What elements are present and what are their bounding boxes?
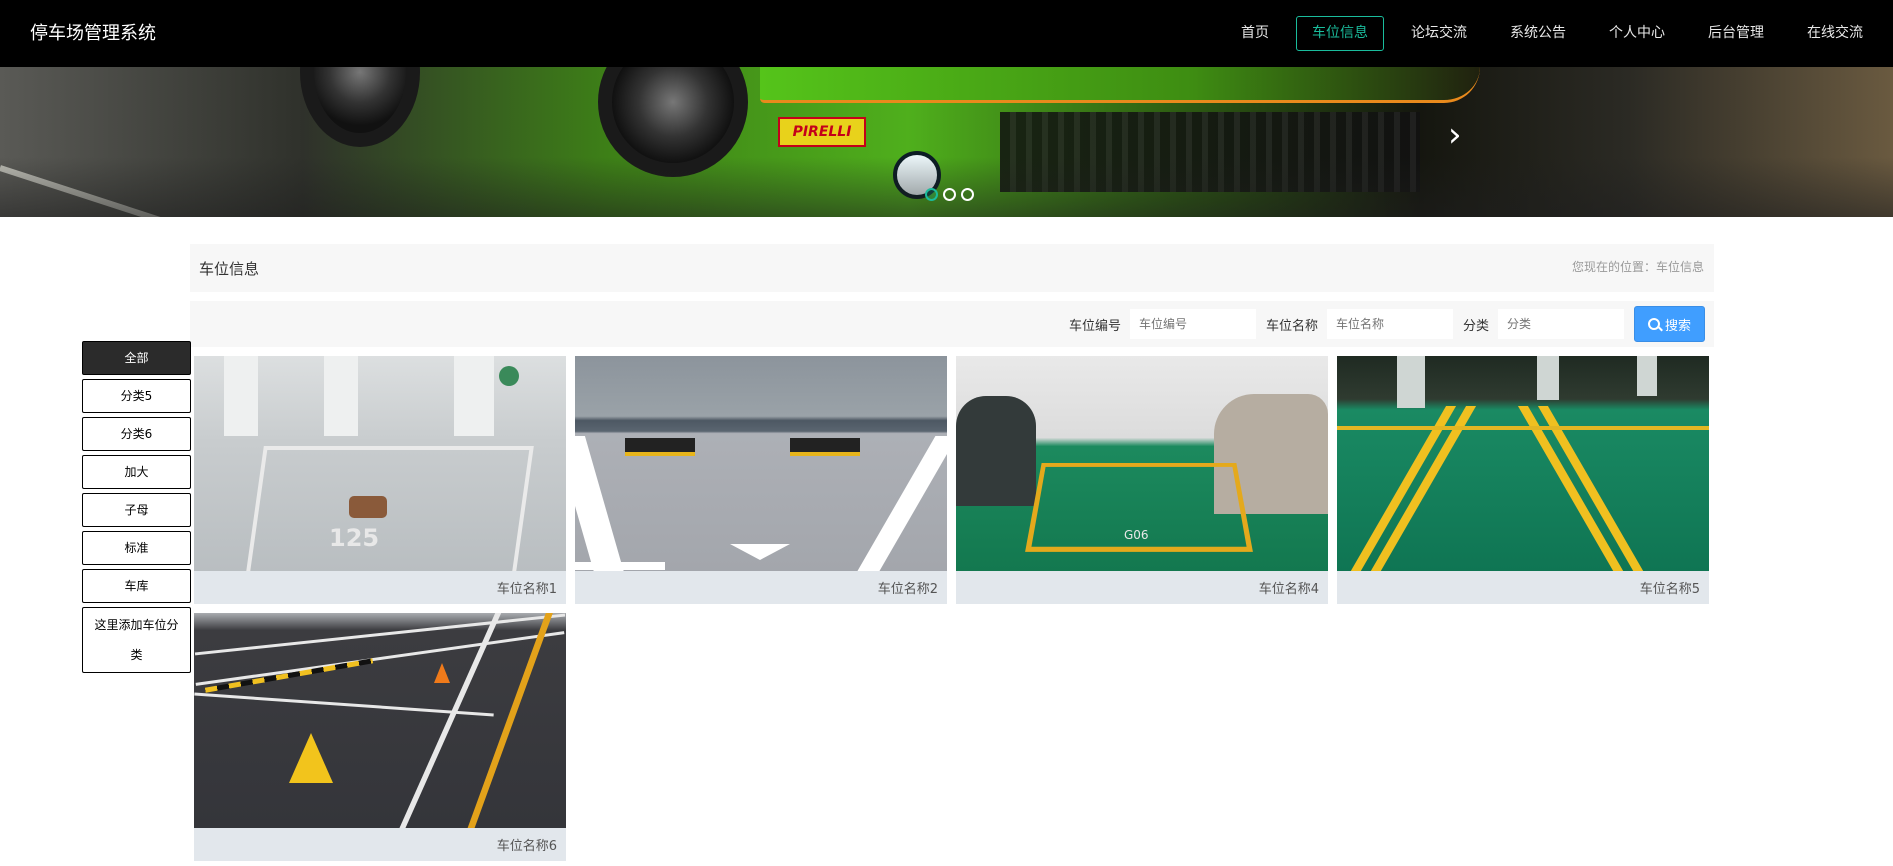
category-list: 全部 分类5 分类6 加大 子母 标准 车库 这里添加车位分类 bbox=[82, 341, 191, 677]
parking-space-name: 车位名称6 bbox=[496, 839, 557, 854]
banner-floor bbox=[0, 157, 1893, 217]
parking-space-name: 车位名称1 bbox=[496, 582, 557, 597]
category-item[interactable]: 标准 bbox=[82, 531, 191, 565]
nav-home[interactable]: 首页 bbox=[1225, 16, 1285, 51]
carousel-next-icon[interactable]: › bbox=[1448, 115, 1462, 155]
top-nav: 停车场管理系统 首页 车位信息 论坛交流 系统公告 个人中心 后台管理 在线交流 bbox=[0, 0, 1893, 67]
nav-online-chat[interactable]: 在线交流 bbox=[1791, 16, 1879, 51]
page-title: 车位信息 bbox=[199, 260, 260, 278]
parking-space-card[interactable]: 车位名称6 bbox=[194, 613, 566, 861]
parking-space-image[interactable]: 125 bbox=[194, 356, 566, 571]
category-all[interactable]: 全部 bbox=[82, 341, 191, 375]
banner-car-body bbox=[760, 67, 1480, 103]
carousel-dot-3[interactable] bbox=[961, 188, 974, 201]
parking-space-card[interactable]: 125 车位名称1 bbox=[194, 356, 566, 604]
banner-wheel-left bbox=[300, 67, 420, 147]
space-number-label: 车位编号 bbox=[1068, 318, 1121, 334]
carousel-dots bbox=[925, 188, 979, 201]
search-button-label: 搜索 bbox=[1664, 318, 1691, 334]
search-button[interactable]: 搜索 bbox=[1634, 306, 1705, 342]
parking-space-image[interactable] bbox=[1337, 356, 1709, 571]
space-number-input[interactable] bbox=[1129, 309, 1256, 339]
parking-space-image[interactable]: G06 bbox=[956, 356, 1328, 571]
carousel-dot-2[interactable] bbox=[943, 188, 956, 201]
nav-admin[interactable]: 后台管理 bbox=[1692, 16, 1780, 51]
category-item[interactable]: 分类6 bbox=[82, 417, 191, 451]
parking-space-name: 车位名称2 bbox=[877, 582, 938, 597]
breadcrumb: 车位信息 您现在的位置：车位信息 bbox=[190, 244, 1714, 292]
carousel-dot-1[interactable] bbox=[925, 188, 938, 201]
category-label: 分类 bbox=[1462, 318, 1489, 334]
parking-space-card[interactable]: 车位名称5 bbox=[1337, 356, 1709, 604]
banner-carousel[interactable]: PIRELLI › bbox=[0, 67, 1893, 217]
category-item[interactable]: 加大 bbox=[82, 455, 191, 489]
app-title: 停车场管理系统 bbox=[30, 23, 156, 44]
search-icon bbox=[1647, 318, 1660, 330]
category-item[interactable]: 子母 bbox=[82, 493, 191, 527]
nav-announcements[interactable]: 系统公告 bbox=[1494, 16, 1582, 51]
space-name-input[interactable] bbox=[1326, 309, 1453, 339]
category-item[interactable]: 车库 bbox=[82, 569, 191, 603]
nav-personal-center[interactable]: 个人中心 bbox=[1593, 16, 1681, 51]
search-form: 车位编号 车位名称 分类 搜索 bbox=[1069, 306, 1705, 342]
parking-space-card[interactable]: G06 车位名称4 bbox=[956, 356, 1328, 604]
parking-space-image[interactable] bbox=[575, 356, 947, 571]
parking-space-name: 车位名称4 bbox=[1258, 582, 1319, 597]
main-menu: 首页 车位信息 论坛交流 系统公告 个人中心 后台管理 在线交流 bbox=[1225, 0, 1893, 67]
breadcrumb-location: 您现在的位置：车位信息 bbox=[1571, 260, 1704, 274]
parking-space-name: 车位名称5 bbox=[1639, 582, 1700, 597]
nav-forum[interactable]: 论坛交流 bbox=[1395, 16, 1483, 51]
nav-parking-info[interactable]: 车位信息 bbox=[1296, 16, 1384, 51]
category-item[interactable]: 这里添加车位分类 bbox=[82, 607, 191, 673]
parking-space-card[interactable]: 车位名称2 bbox=[575, 356, 947, 604]
category-item[interactable]: 分类5 bbox=[82, 379, 191, 413]
banner-sponsor-badge: PIRELLI bbox=[778, 117, 866, 147]
space-name-label: 车位名称 bbox=[1265, 318, 1318, 334]
category-input[interactable] bbox=[1498, 309, 1624, 339]
parking-space-image[interactable] bbox=[194, 613, 566, 828]
search-bar: 车位编号 车位名称 分类 搜索 bbox=[190, 301, 1714, 347]
